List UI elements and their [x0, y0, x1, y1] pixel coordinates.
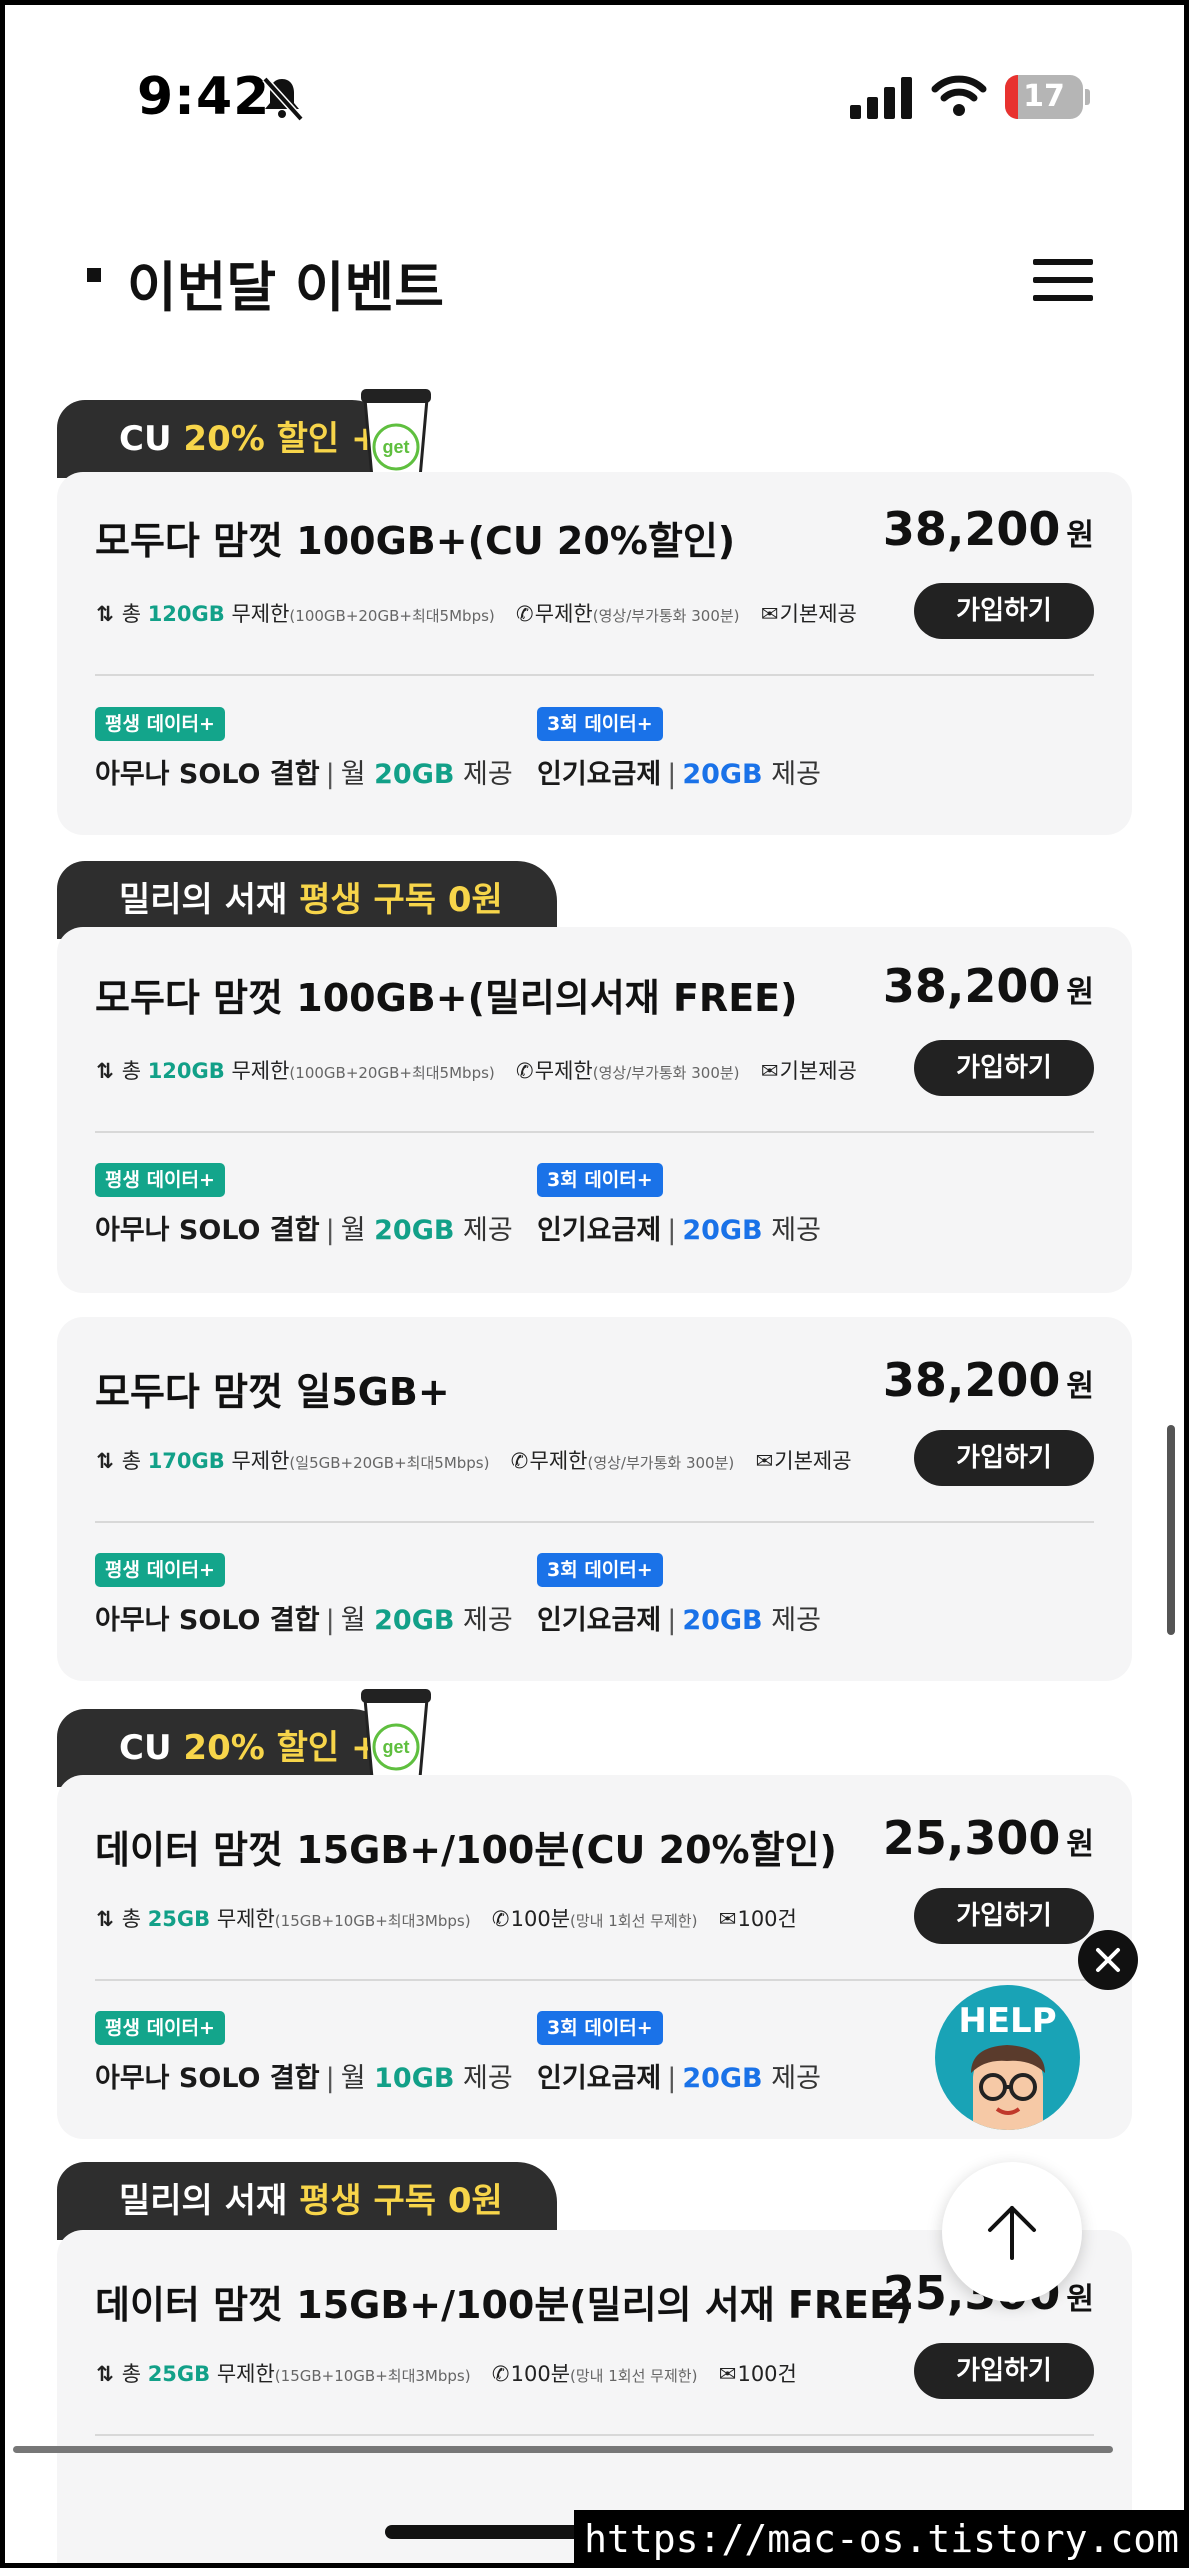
page-title: 이번달 이벤트 — [127, 256, 444, 319]
benefit-solo: 아무나 SOLO 결합 | 월 20GB 제공 — [95, 1215, 513, 1246]
plan-name: 모두다 맘껏 일5GB+ — [95, 1370, 450, 1414]
promo-tab: CU 20% 할인 + — [57, 400, 392, 478]
message-icon: ✉ — [755, 1449, 774, 1473]
battery-percent: 17 — [1023, 79, 1065, 114]
plan-name: 모두다 맘껏 100GB+(CU 20%할인) — [95, 519, 736, 563]
help-character-icon — [971, 2045, 1045, 2130]
join-button[interactable]: 가입하기 — [914, 1430, 1094, 1486]
help-chat-button[interactable]: HELP — [935, 1985, 1080, 2130]
plan-price: 38,200 원 — [882, 502, 1094, 556]
hamburger-menu-button[interactable] — [1033, 259, 1093, 303]
lifetime-data-badge: 평생 데이터+ — [95, 707, 225, 741]
plan-specs: ⇅ 총 25GB 무제한(15GB+10GB+최대3Mbps) ✆100분(망내… — [96, 2362, 797, 2386]
svg-text:get: get — [383, 437, 410, 457]
plan-specs: ⇅ 총 120GB 무제한(100GB+20GB+최대5Mbps) ✆무제한(영… — [96, 1059, 857, 1083]
join-button[interactable]: 가입하기 — [914, 2343, 1094, 2399]
bell-muted-icon — [262, 76, 304, 122]
message-icon: ✉ — [760, 1059, 779, 1083]
vertical-scrollbar[interactable] — [1167, 1425, 1175, 1635]
join-button[interactable]: 가입하기 — [914, 583, 1094, 639]
status-time: 9:42 — [137, 67, 271, 127]
three-times-data-badge: 3회 데이터+ — [537, 2011, 663, 2045]
plan-specs: ⇅ 총 120GB 무제한(100GB+20GB+최대5Mbps) ✆무제한(영… — [96, 602, 857, 626]
cellular-signal-icon — [850, 77, 912, 119]
arrow-up-icon — [988, 2206, 1036, 2260]
scroll-to-top-button[interactable] — [942, 2162, 1082, 2302]
benefit-solo: 아무나 SOLO 결합 | 월 20GB 제공 — [95, 759, 513, 790]
plan-price: 25,300 원 — [882, 1811, 1094, 1865]
wifi-icon — [931, 75, 987, 116]
promo-tab: 밀리의 서재 평생 구독 0원 — [57, 2162, 557, 2240]
message-icon: ✉ — [718, 2362, 737, 2386]
data-transfer-icon: ⇅ — [96, 2362, 114, 2386]
plan-name: 모두다 맘껏 100GB+(밀리의서재 FREE) — [95, 976, 798, 1020]
plan-price: 38,200 원 — [882, 1353, 1094, 1407]
benefit-popular: 인기요금제 | 20GB 제공 — [537, 1605, 821, 1636]
phone-icon: ✆ — [491, 2362, 510, 2386]
plan-card: 모두다 맘껏 일5GB+ 38,200 원 가입하기 ⇅ 총 170GB 무제한(… — [57, 1317, 1132, 1681]
phone-icon: ✆ — [515, 602, 534, 626]
three-times-data-badge: 3회 데이터+ — [537, 1163, 663, 1197]
plan-card: 모두다 맘껏 100GB+(밀리의서재 FREE) 38,200 원 가입하기 ⇅… — [57, 927, 1132, 1293]
plan-name: 데이터 맘껏 15GB+/100분(밀리의 서재 FREE) — [95, 2283, 913, 2327]
help-close-button[interactable] — [1078, 1930, 1138, 1990]
watermark: https://mac-os.tistory.com — [574, 2510, 1189, 2568]
benefit-solo: 아무나 SOLO 결합 | 월 20GB 제공 — [95, 1605, 513, 1636]
data-transfer-icon: ⇅ — [96, 1449, 114, 1473]
screen: 9:42 17 이번달 이벤트 CU 20% 할인 + get 모두다 맘껏 1… — [5, 5, 1184, 2563]
benefit-popular: 인기요금제 | 20GB 제공 — [537, 2063, 821, 2094]
phone-icon: ✆ — [491, 1907, 510, 1931]
lifetime-data-badge: 평생 데이터+ — [95, 1553, 225, 1587]
benefit-solo: 아무나 SOLO 결합 | 월 10GB 제공 — [95, 2063, 513, 2094]
horizontal-scrollbar[interactable] — [13, 2446, 1113, 2453]
benefit-popular: 인기요금제 | 20GB 제공 — [537, 759, 821, 790]
plan-name: 데이터 맘껏 15GB+/100분(CU 20%할인) — [95, 1828, 837, 1872]
data-transfer-icon: ⇅ — [96, 1907, 114, 1931]
close-icon — [1096, 1948, 1120, 1972]
three-times-data-badge: 3회 데이터+ — [537, 707, 663, 741]
data-transfer-icon: ⇅ — [96, 602, 114, 626]
benefit-popular: 인기요금제 | 20GB 제공 — [537, 1215, 821, 1246]
plan-card: 모두다 맘껏 100GB+(CU 20%할인) 38,200 원 가입하기 ⇅ 총… — [57, 472, 1132, 835]
svg-text:get: get — [383, 1737, 410, 1757]
message-icon: ✉ — [718, 1907, 737, 1931]
plan-price: 38,200 원 — [882, 959, 1094, 1013]
phone-icon: ✆ — [510, 1449, 529, 1473]
data-transfer-icon: ⇅ — [96, 1059, 114, 1083]
plan-specs: ⇅ 총 170GB 무제한(일5GB+20GB+최대5Mbps) ✆무제한(영상… — [96, 1449, 852, 1473]
join-button[interactable]: 가입하기 — [914, 1888, 1094, 1944]
three-times-data-badge: 3회 데이터+ — [537, 1553, 663, 1587]
lifetime-data-badge: 평생 데이터+ — [95, 2011, 225, 2045]
phone-icon: ✆ — [515, 1059, 534, 1083]
battery-indicator: 17 — [1005, 75, 1090, 119]
join-button[interactable]: 가입하기 — [914, 1040, 1094, 1096]
plan-specs: ⇅ 총 25GB 무제한(15GB+10GB+최대3Mbps) ✆100분(망내… — [96, 1907, 797, 1931]
title-bullet — [87, 268, 101, 282]
lifetime-data-badge: 평생 데이터+ — [95, 1163, 225, 1197]
message-icon: ✉ — [760, 602, 779, 626]
